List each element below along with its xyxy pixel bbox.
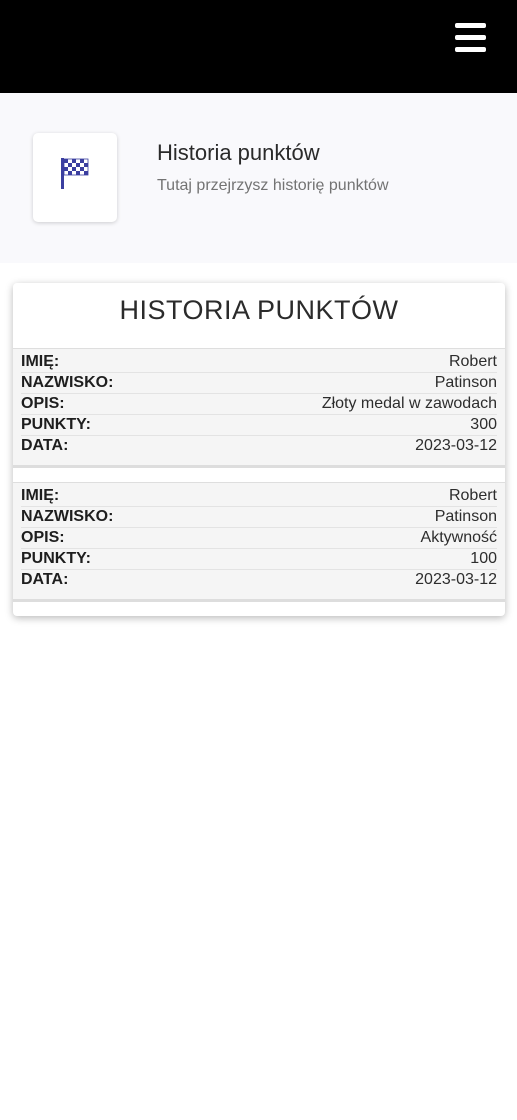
record-row-last-name: NAZWISKO: Patinson [21, 373, 497, 394]
hamburger-menu-icon[interactable] [451, 20, 491, 56]
page-subtitle: Tutaj przejrzysz historię punktów [157, 177, 389, 194]
record-row-date: DATA: 2023-03-12 [21, 570, 497, 591]
record-row-first-name: IMIĘ: Robert [21, 352, 497, 373]
card-title: HISTORIA PUNKTÓW [119, 295, 399, 325]
record-row-description: OPIS: Złoty medal w zawodach [21, 394, 497, 415]
points-value: 100 [470, 550, 497, 567]
checkered-flag-icon [61, 158, 89, 189]
date-value: 2023-03-12 [415, 571, 497, 588]
points-label: PUNKTY: [21, 416, 91, 433]
record-row-description: OPIS: Aktywność [21, 528, 497, 549]
last-name-label: NAZWISKO: [21, 508, 114, 525]
points-value: 300 [470, 416, 497, 433]
record-row-points: PUNKTY: 300 [21, 415, 497, 436]
page-header: Historia punktów Tutaj przejrzysz histor… [0, 93, 517, 263]
first-name-label: IMIĘ: [21, 353, 60, 370]
record-row-date: DATA: 2023-03-12 [21, 436, 497, 457]
top-navigation-bar [0, 0, 517, 93]
description-value: Aktywność [420, 529, 497, 546]
points-history-card: HISTORIA PUNKTÓW IMIĘ: Robert NAZWISKO: … [13, 283, 505, 616]
header-icon-box [33, 133, 117, 222]
points-label: PUNKTY: [21, 550, 91, 567]
description-label: OPIS: [21, 395, 65, 412]
record-row-first-name: IMIĘ: Robert [21, 486, 497, 507]
menu-line [455, 23, 486, 28]
history-record: IMIĘ: Robert NAZWISKO: Patinson OPIS: Ak… [13, 482, 505, 602]
date-label: DATA: [21, 437, 69, 454]
page-title: Historia punktów [157, 140, 320, 165]
description-label: OPIS: [21, 529, 65, 546]
history-record: IMIĘ: Robert NAZWISKO: Patinson OPIS: Zł… [13, 348, 505, 468]
date-value: 2023-03-12 [415, 437, 497, 454]
last-name-value: Patinson [434, 374, 497, 391]
menu-line [455, 35, 486, 40]
first-name-value: Robert [448, 353, 497, 370]
record-row-last-name: NAZWISKO: Patinson [21, 507, 497, 528]
description-value: Złoty medal w zawodach [321, 395, 497, 412]
menu-line [455, 47, 486, 52]
record-row-points: PUNKTY: 100 [21, 549, 497, 570]
last-name-value: Patinson [434, 508, 497, 525]
first-name-value: Robert [448, 487, 497, 504]
first-name-label: IMIĘ: [21, 487, 60, 504]
last-name-label: NAZWISKO: [21, 374, 114, 391]
date-label: DATA: [21, 571, 69, 588]
